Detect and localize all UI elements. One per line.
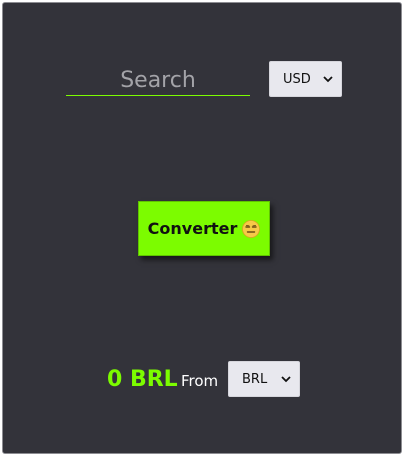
search-field[interactable]	[66, 65, 250, 96]
chevron-down-icon	[320, 75, 336, 83]
converter-panel: USD Converter 0 BRL From BRL	[2, 2, 402, 454]
from-label: From	[181, 372, 219, 390]
from-select-value: BRL	[242, 371, 268, 387]
convert-button[interactable]: Converter	[138, 201, 270, 256]
from-currency-select[interactable]: BRL	[228, 361, 300, 397]
search-input[interactable]	[66, 65, 250, 95]
currency-select-value: USD	[283, 71, 311, 87]
expressionless-face-icon	[242, 219, 261, 238]
currency-select[interactable]: USD	[269, 61, 342, 97]
convert-button-label: Converter	[147, 219, 238, 238]
conversion-result: 0 BRL	[107, 367, 178, 392]
chevron-down-icon	[278, 375, 294, 383]
